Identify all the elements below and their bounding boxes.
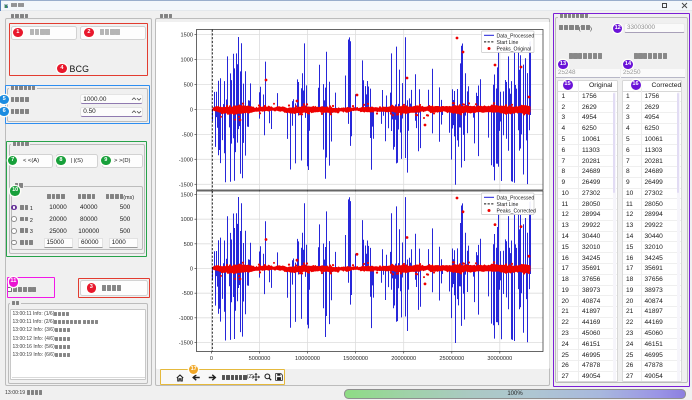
svg-text:Start Line: Start Line [497, 202, 519, 208]
svg-text:Peaks_Original: Peaks_Original [497, 47, 532, 53]
svg-text:-500: -500 [182, 291, 193, 297]
svg-text:10000000: 10000000 [295, 356, 320, 362]
svg-text:Start Line: Start Line [497, 40, 519, 46]
svg-text:1500: 1500 [181, 33, 193, 39]
svg-text:Data_Processed: Data_Processed [497, 195, 535, 201]
svg-text:500: 500 [184, 242, 193, 248]
svg-text:500: 500 [184, 82, 193, 88]
svg-text:1000: 1000 [181, 58, 193, 64]
svg-text:5000000: 5000000 [249, 356, 271, 362]
svg-text:-1000: -1000 [179, 157, 193, 163]
svg-text:30000000: 30000000 [487, 356, 512, 362]
svg-text:-1000: -1000 [179, 316, 193, 322]
svg-text:-1500: -1500 [179, 182, 193, 188]
svg-text:20000000: 20000000 [391, 356, 416, 362]
svg-text:1500: 1500 [181, 193, 193, 199]
svg-text:-500: -500 [182, 132, 193, 138]
svg-text:15000000: 15000000 [343, 356, 368, 362]
svg-text:25000000: 25000000 [439, 356, 464, 362]
svg-text:Data_Processed: Data_Processed [497, 33, 535, 39]
svg-text:-1500: -1500 [179, 341, 193, 347]
svg-text:0: 0 [210, 356, 213, 362]
svg-text:1000: 1000 [181, 217, 193, 223]
svg-text:Peaks_Corrected: Peaks_Corrected [497, 209, 537, 215]
svg-text:0: 0 [190, 267, 193, 273]
svg-text:0: 0 [190, 107, 193, 113]
